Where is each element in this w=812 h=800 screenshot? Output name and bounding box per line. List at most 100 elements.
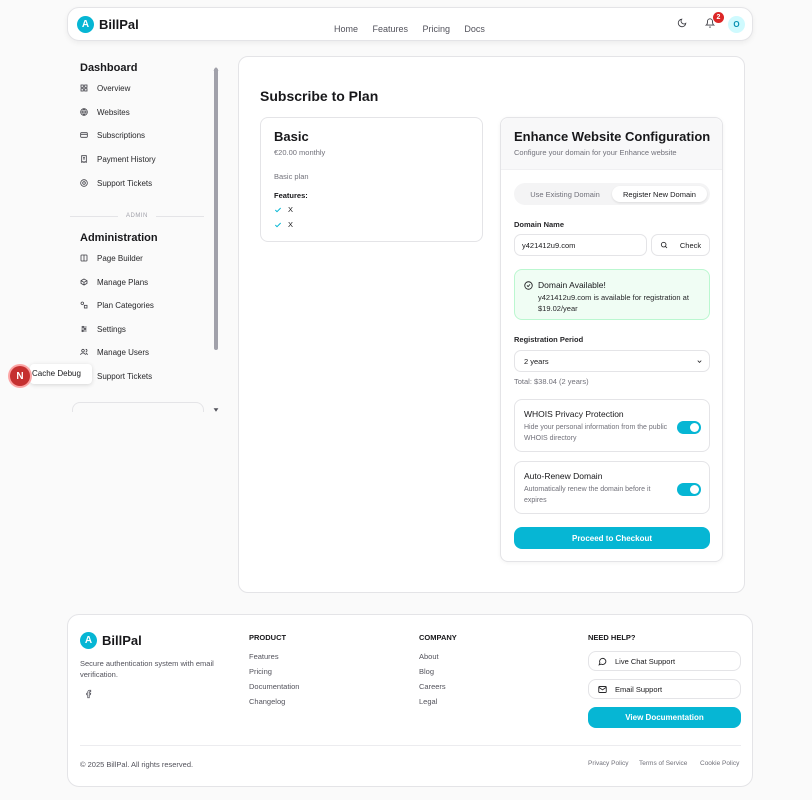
domain-name-label: Domain Name — [514, 220, 565, 229]
sidebar-item-label: Support Tickets — [97, 178, 153, 188]
sidebar-item-plan-categories[interactable]: Plan Categories — [80, 298, 154, 312]
footer-link-documentation[interactable]: Documentation — [249, 682, 299, 691]
sidebar-item-settings[interactable]: Settings — [80, 322, 126, 336]
theme-toggle-moon-icon[interactable] — [677, 18, 687, 28]
top-navbar: A BillPal Home Features Pricing Docs 2 O — [67, 7, 753, 41]
plan-name: Basic — [274, 129, 309, 144]
available-text: y421412u9.com is available for registrat… — [538, 293, 689, 313]
whois-title: WHOIS Privacy Protection — [524, 409, 624, 419]
sidebar-item-subscriptions[interactable]: Subscriptions — [80, 128, 145, 142]
grid-icon — [80, 84, 88, 92]
footer-link-cookies[interactable]: Cookie Policy — [700, 760, 739, 767]
footer-link-privacy[interactable]: Privacy Policy — [588, 760, 628, 767]
brand-name[interactable]: BillPal — [99, 17, 139, 32]
footer-brand-name[interactable]: BillPal — [102, 633, 142, 648]
feature-text: X — [288, 205, 294, 214]
footer-link-careers[interactable]: Careers — [419, 682, 446, 691]
chat-bubble-icon — [598, 657, 607, 666]
sidebar-scrollbar-thumb[interactable] — [214, 68, 218, 350]
email-support-button[interactable]: Email Support — [588, 679, 741, 699]
footer-logo-badge[interactable]: A — [80, 632, 97, 649]
footer-divider — [80, 745, 741, 746]
sidebar-item-label: Subscriptions — [97, 130, 146, 140]
config-subtitle: Configure your domain for your Enhance w… — [514, 148, 677, 157]
domain-available-alert: Domain Available! y421412u9.com is avail… — [514, 269, 710, 320]
logo-badge[interactable]: A — [77, 16, 94, 33]
debug-tooltip-text: w Cache Debug — [24, 369, 81, 378]
sidebar-item-manage-plans[interactable]: Manage Plans — [80, 275, 148, 289]
nav-features[interactable]: Features — [372, 24, 408, 34]
feature-text: X — [288, 220, 294, 229]
sidebar-user-card — [72, 402, 204, 412]
whois-privacy-option: WHOIS Privacy Protection Hide your perso… — [514, 399, 710, 452]
sidebar-item-label: Settings — [97, 324, 126, 334]
total-price: Total: $38.04 (2 years) — [514, 377, 589, 386]
shapes-icon — [80, 301, 88, 309]
footer-link-terms[interactable]: Terms of Service — [639, 760, 687, 767]
footer-company-heading: COMPANY — [419, 633, 457, 642]
footer-link-features[interactable]: Features — [249, 652, 279, 661]
sidebar-item-support-tickets[interactable]: Support Tickets — [80, 176, 152, 190]
nav-pricing[interactable]: Pricing — [422, 24, 450, 34]
auto-renew-toggle[interactable] — [677, 483, 701, 496]
receipt-icon — [81, 155, 87, 163]
globe-icon — [80, 108, 88, 116]
footer-product-heading: PRODUCT — [249, 633, 287, 642]
user-avatar[interactable]: O — [728, 16, 745, 33]
mail-icon — [598, 685, 607, 693]
check-circle-icon — [524, 281, 533, 290]
tab-use-existing-domain[interactable]: Use Existing Domain — [517, 186, 613, 202]
sidebar-item-payment-history[interactable]: Payment History — [80, 152, 156, 166]
live-chat-label: Live Chat Support — [615, 656, 676, 666]
footer-link-legal[interactable]: Legal — [419, 697, 437, 706]
sidebar-item-label: Websites — [97, 107, 130, 117]
footer-link-about[interactable]: About — [419, 652, 439, 661]
chevron-down-icon — [697, 360, 702, 363]
scroll-down-arrow-icon[interactable] — [213, 400, 219, 418]
sidebar-item-overview[interactable]: Overview — [80, 81, 130, 95]
features-label: Features: — [274, 191, 308, 200]
sidebar-item-label: Plan Categories — [97, 300, 154, 310]
domain-config-card: Enhance Website Configuration Configure … — [500, 117, 723, 562]
auto-renew-description: Automatically renew the domain before it… — [524, 486, 651, 504]
facebook-icon[interactable] — [84, 686, 93, 704]
feature-item: X — [274, 205, 293, 214]
available-title: Domain Available! — [538, 280, 606, 290]
whois-toggle[interactable] — [677, 421, 701, 434]
sidebar-item-websites[interactable]: Websites — [80, 105, 130, 119]
debug-toggle-button[interactable]: N — [10, 366, 30, 386]
footer-link-changelog[interactable]: Changelog — [249, 697, 285, 706]
sidebar-item-manage-users[interactable]: Manage Users — [80, 345, 149, 359]
lifebuoy-icon — [80, 179, 88, 187]
sidebar-item-label: Page Builder — [97, 253, 143, 263]
footer-help-heading: NEED HELP? — [588, 633, 636, 642]
admin-divider-label: ADMIN — [126, 213, 148, 219]
footer: A BillPal Secure authentication system w… — [67, 614, 753, 787]
check-icon — [274, 222, 282, 227]
nav-home[interactable]: Home — [334, 24, 358, 34]
users-icon — [80, 348, 88, 356]
domain-tabs: Use Existing Domain Register New Domain — [514, 183, 710, 205]
tab-register-new-domain[interactable]: Register New Domain — [612, 186, 707, 202]
footer-link-pricing[interactable]: Pricing — [249, 667, 272, 676]
period-selected-value: 2 years — [524, 356, 549, 366]
sidebar-item-label: Manage Users — [97, 347, 150, 357]
domain-name-input[interactable]: y421412u9.com — [514, 234, 647, 256]
sidebar-item-page-builder[interactable]: Page Builder — [80, 251, 143, 265]
view-documentation-button[interactable]: View Documentation — [588, 707, 741, 728]
nav-docs[interactable]: Docs — [464, 24, 485, 34]
auto-renew-title: Auto-Renew Domain — [524, 471, 603, 481]
proceed-to-checkout-button[interactable]: Proceed to Checkout — [514, 527, 710, 549]
copyright: © 2025 BillPal. All rights reserved. — [80, 760, 194, 769]
registration-period-select[interactable]: 2 years — [514, 350, 710, 372]
sidebar-dashboard-heading: Dashboard — [80, 62, 138, 74]
footer-link-blog[interactable]: Blog — [419, 667, 434, 676]
notification-count-badge: 2 — [713, 12, 724, 23]
search-icon — [660, 241, 668, 249]
credit-card-icon — [80, 132, 88, 138]
live-chat-support-button[interactable]: Live Chat Support — [588, 651, 741, 671]
check-button-label: Check — [679, 240, 702, 250]
check-domain-button[interactable]: Check — [651, 234, 710, 256]
plan-description: Basic plan — [274, 172, 309, 181]
main-nav: Home Features Pricing Docs — [329, 19, 490, 37]
